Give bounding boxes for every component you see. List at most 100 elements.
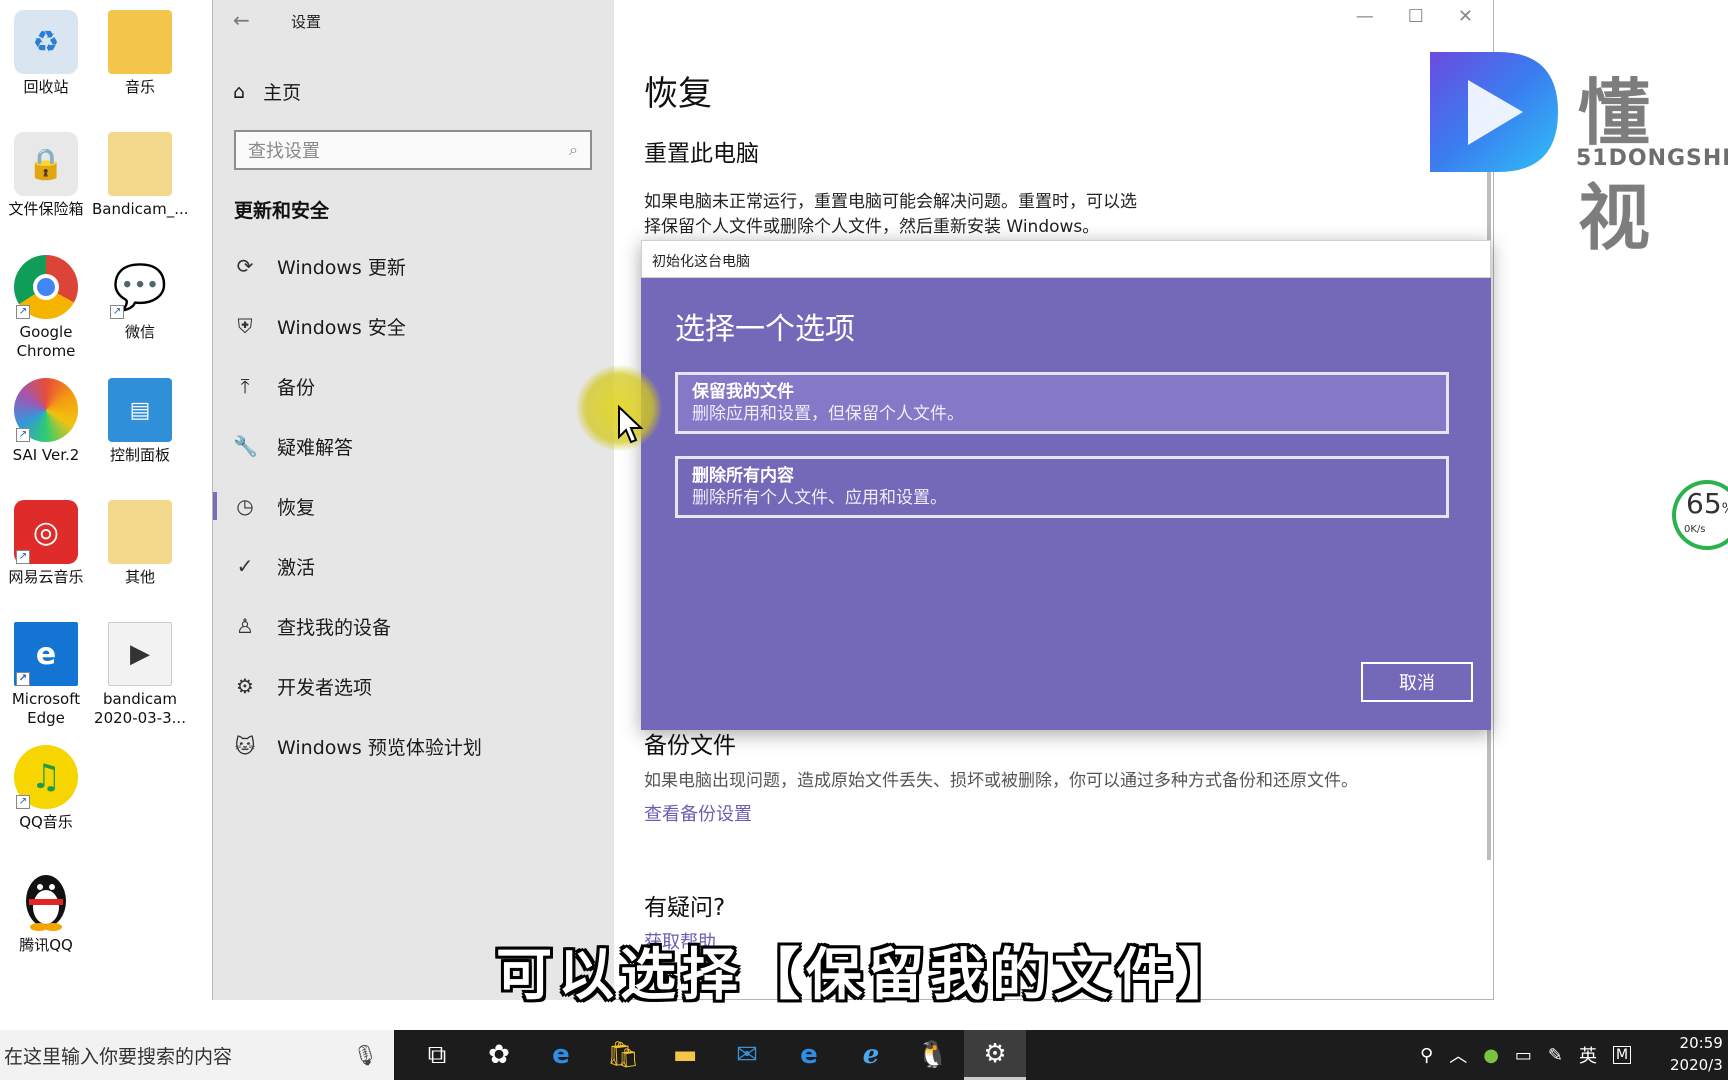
desktop-icon-netease-music[interactable]: ◎ ↗ 网易云音乐 bbox=[0, 500, 94, 587]
desktop-icon-label: 网易云音乐 bbox=[8, 568, 84, 586]
option-keep-my-files[interactable]: 保留我的文件 删除应用和设置，但保留个人文件。 bbox=[675, 372, 1449, 434]
nav-item-label: 查找我的设备 bbox=[277, 616, 392, 639]
nav-item-backup[interactable]: ⤒ 备份 bbox=[213, 356, 614, 416]
nav-item-label: 开发者选项 bbox=[277, 676, 373, 699]
ie-icon[interactable]: e bbox=[530, 1030, 592, 1080]
desktop-icon-chrome[interactable]: ↗ Google Chrome bbox=[0, 255, 94, 361]
netease-music-icon: ◎ ↗ bbox=[14, 500, 78, 564]
nav-item-developer-options[interactable]: ⚙ 开发者选项 bbox=[213, 656, 614, 716]
wrench-icon: 🔧 bbox=[233, 434, 258, 458]
question-heading: 有疑问? bbox=[644, 895, 726, 921]
nav-item-label: 备份 bbox=[277, 376, 316, 399]
ie-icon[interactable]: ℯ bbox=[840, 1030, 902, 1080]
folder-icon bbox=[108, 10, 172, 74]
qq-icon[interactable]: 🐧 bbox=[902, 1030, 964, 1080]
task-view-icon[interactable]: ⧉ bbox=[406, 1030, 468, 1080]
edge-icon[interactable]: e bbox=[778, 1030, 840, 1080]
nav-item-insider-program[interactable]: 🐱 Windows 预览体验计划 bbox=[213, 716, 614, 776]
wechat-icon: 💬 ↗ bbox=[108, 255, 172, 319]
nav-item-find-my-device[interactable]: ♙ 查找我的设备 bbox=[213, 596, 614, 656]
desktop-icon-label: SAI Ver.2 bbox=[12, 446, 80, 464]
desktop-icon-wechat[interactable]: 💬 ↗ 微信 bbox=[92, 255, 188, 342]
desktop-icon-label: 回收站 bbox=[23, 78, 69, 96]
back-arrow-icon[interactable]: ← bbox=[233, 8, 250, 32]
nav-item-windows-security[interactable]: ⛨ Windows 安全 bbox=[213, 296, 614, 356]
close-icon[interactable]: ✕ bbox=[1458, 6, 1473, 27]
microphone-icon[interactable]: 🎙 bbox=[353, 1043, 378, 1067]
nav-list: ⟳ Windows 更新 ⛨ Windows 安全 ⤒ 备份 🔧 疑难解答 ◷ … bbox=[213, 236, 614, 776]
pinwheel-icon[interactable]: ✿ bbox=[468, 1030, 530, 1080]
cancel-button[interactable]: 取消 bbox=[1361, 662, 1473, 702]
desktop-icon-qq-music[interactable]: ♫ ↗ QQ音乐 bbox=[0, 745, 94, 832]
reset-pc-heading: 重置此电脑 bbox=[644, 141, 759, 167]
desktop-icon-qq[interactable]: 腾讯QQ bbox=[0, 868, 94, 955]
ime-indicator[interactable]: 英 bbox=[1579, 1042, 1597, 1068]
desktop-icon-label: 其他 bbox=[124, 568, 155, 586]
minimize-icon[interactable]: — bbox=[1356, 6, 1374, 27]
file-safe-icon: 🔒 bbox=[14, 132, 78, 196]
desktop-icon-control-panel[interactable]: ▤ 控制面板 bbox=[92, 378, 188, 465]
desktop-icon-music[interactable]: 音乐 bbox=[92, 10, 188, 97]
desktop-icon-file-safe[interactable]: 🔒 文件保险箱 bbox=[0, 132, 94, 219]
dialog-heading: 选择一个选项 bbox=[675, 312, 855, 347]
maximize-icon[interactable]: ☐ bbox=[1408, 6, 1424, 27]
mouse-pointer-icon bbox=[618, 405, 643, 444]
settings-search-input[interactable]: 查找设置 ⌕ bbox=[234, 130, 592, 170]
person-locate-icon: ♙ bbox=[236, 614, 254, 638]
desktop-icon-label: Google Chrome bbox=[16, 323, 76, 360]
brand-site: 51DONGSHI.C bbox=[1576, 146, 1728, 171]
ime-mode-icon[interactable]: M bbox=[1613, 1046, 1632, 1064]
chevron-up-icon[interactable]: ︿ bbox=[1449, 1042, 1467, 1068]
desktop-icon-bandicam-video[interactable]: ▶ bandicam 2020-03-3... bbox=[92, 622, 188, 728]
tray-app-icon[interactable]: ● bbox=[1483, 1045, 1499, 1066]
taskbar: 在这里输入你要搜索的内容 🎙 ⧉ ✿ e 🛍 ▬ ✉ e ℯ 🐧 ⚙ ⚲ ︿ ●… bbox=[0, 1030, 1728, 1080]
settings-sidebar: ← 设置 ⌂ 主页 查找设置 ⌕ 更新和安全 ⟳ Windows 更新 ⛨ Wi… bbox=[213, 0, 614, 1000]
sai-icon: ↗ bbox=[14, 378, 78, 442]
desktop-icon-other-folder[interactable]: 其他 bbox=[92, 500, 188, 587]
pen-icon[interactable]: ✎ bbox=[1548, 1045, 1563, 1066]
folder-icon bbox=[108, 132, 172, 196]
clock[interactable]: 20:59 2020/3 bbox=[1670, 1032, 1723, 1076]
option-title: 保留我的文件 bbox=[692, 382, 794, 402]
window-title: 设置 bbox=[291, 13, 322, 31]
search-icon: ⌕ bbox=[569, 140, 578, 159]
taskbar-apps: ⧉ ✿ e 🛍 ▬ ✉ e ℯ 🐧 ⚙ bbox=[406, 1030, 1026, 1080]
desktop-icon-bandicam-folder[interactable]: Bandicam_... bbox=[92, 132, 189, 219]
qq-penguin-icon bbox=[26, 875, 66, 931]
battery-icon[interactable]: ▭ bbox=[1515, 1045, 1532, 1066]
edge-icon: e ↗ bbox=[14, 622, 78, 686]
taskbar-search-box[interactable]: 在这里输入你要搜索的内容 🎙 bbox=[0, 1030, 394, 1080]
desktop-icon-recycle-bin[interactable]: ♻ 回收站 bbox=[0, 10, 94, 97]
settings-gear-icon[interactable]: ⚙ bbox=[964, 1030, 1026, 1080]
shield-icon: ⛨ bbox=[237, 314, 253, 338]
nav-item-troubleshoot[interactable]: 🔧 疑难解答 bbox=[213, 416, 614, 476]
nav-item-label: 恢复 bbox=[277, 496, 316, 519]
desktop-icon-edge[interactable]: e ↗ Microsoft Edge bbox=[0, 622, 94, 728]
performance-percent-value: 65 bbox=[1686, 487, 1722, 520]
nav-home[interactable]: ⌂ 主页 bbox=[233, 78, 301, 105]
view-backup-settings-link[interactable]: 查看备份设置 bbox=[644, 800, 752, 826]
home-icon: ⌂ bbox=[233, 80, 246, 103]
desktop-icon-sai[interactable]: ↗ SAI Ver.2 bbox=[0, 378, 94, 465]
folder-icon bbox=[108, 500, 172, 564]
nav-item-activation[interactable]: ✓ 激活 bbox=[213, 536, 614, 596]
check-circle-icon: ✓ bbox=[236, 554, 254, 578]
desktop-icon-label: 音乐 bbox=[124, 78, 155, 96]
performance-percent: 65% bbox=[1686, 487, 1728, 520]
desktop-icon-label: Bandicam_... bbox=[92, 200, 189, 218]
mail-icon[interactable]: ✉ bbox=[716, 1030, 778, 1080]
store-icon[interactable]: 🛍 bbox=[592, 1030, 654, 1080]
reset-pc-description: 如果电脑未正常运行，重置电脑可能会解决问题。重置时，可以选 择保留个人文件或删除… bbox=[644, 190, 1204, 240]
settings-window: ← 设置 ⌂ 主页 查找设置 ⌕ 更新和安全 ⟳ Windows 更新 ⛨ Wi… bbox=[212, 0, 1494, 1000]
system-tray: ⚲ ︿ ● ▭ ✎ 英 M bbox=[1420, 1030, 1632, 1080]
nav-item-recovery[interactable]: ◷ 恢复 bbox=[213, 476, 614, 536]
taskbar-search-placeholder: 在这里输入你要搜索的内容 bbox=[4, 1045, 233, 1068]
nav-item-windows-update[interactable]: ⟳ Windows 更新 bbox=[213, 236, 614, 296]
desktop-icon-label: Microsoft Edge bbox=[11, 690, 81, 727]
people-icon[interactable]: ⚲ bbox=[1420, 1045, 1433, 1066]
nav-item-label: Windows 安全 bbox=[277, 316, 406, 339]
backup-files-heading: 备份文件 bbox=[644, 733, 736, 759]
option-remove-everything[interactable]: 删除所有内容 删除所有个人文件、应用和设置。 bbox=[675, 456, 1449, 518]
file-explorer-icon[interactable]: ▬ bbox=[654, 1030, 716, 1080]
option-description: 删除所有个人文件、应用和设置。 bbox=[692, 488, 947, 508]
